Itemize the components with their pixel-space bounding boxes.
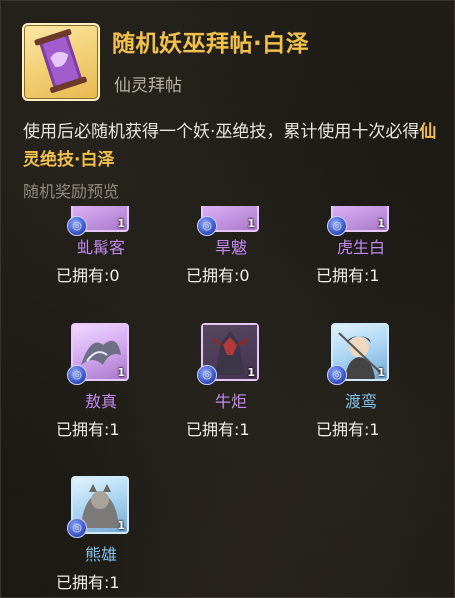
reward-owned: 已拥有:1 (186, 420, 250, 439)
reward-preview-label: 随机奖励预览 (23, 182, 120, 201)
reward-name: 渡鸾 (344, 392, 377, 411)
reward-owned: 已拥有:0 (56, 266, 120, 285)
reward-count: 1 (377, 217, 385, 230)
reward-portrait: ◎ 1 (67, 323, 129, 385)
item-subtitle: 仙灵拜帖 (114, 76, 182, 96)
reward-name: 旱魃 (214, 238, 247, 257)
skill-type-icon: ◎ (197, 216, 217, 236)
skill-type-icon: ◎ (327, 216, 347, 236)
item-description: 使用后必随机获得一个妖·巫绝技，累计使用十次必得仙灵绝技·白泽 (23, 118, 443, 174)
reward-owned: 已拥有:1 (316, 266, 380, 285)
reward-name: 虎生白 (336, 238, 385, 257)
reward-item[interactable]: ◎ 1 渡鸾 已拥有:1 (316, 323, 455, 473)
reward-name: 熊雄 (84, 545, 117, 564)
skill-type-icon: ◎ (197, 365, 217, 385)
reward-name: 虬髯客 (76, 238, 125, 257)
reward-portrait: ◎ 1 (197, 206, 259, 236)
reward-count: 1 (117, 366, 125, 379)
item-title: 随机妖巫拜帖·白泽 (112, 31, 310, 57)
reward-count: 1 (247, 366, 255, 379)
reward-owned: 已拥有:0 (186, 266, 250, 285)
reward-portrait: ◎ 1 (327, 323, 389, 385)
reward-portrait: ◎ 1 (197, 323, 259, 385)
skill-type-icon: ◎ (327, 365, 347, 385)
reward-portrait: ◎ 1 (67, 206, 129, 236)
reward-portrait: ◎ 1 (67, 476, 129, 538)
reward-owned: 已拥有:1 (316, 420, 380, 439)
reward-owned: 已拥有:1 (56, 420, 120, 439)
item-tooltip-panel: 随机妖巫拜帖·白泽 仙灵拜帖 使用后必随机获得一个妖·巫绝技，累计使用十次必得仙… (0, 0, 455, 598)
skill-type-icon: ◎ (67, 216, 87, 236)
skill-type-icon: ◎ (67, 518, 87, 538)
reward-item[interactable]: ◎ 1 熊雄 已拥有:1 (56, 476, 201, 598)
description-text: 使用后必随机获得一个妖·巫绝技，累计使用十次必得 (23, 122, 420, 142)
reward-name: 敖真 (84, 392, 117, 411)
reward-count: 1 (377, 366, 385, 379)
invitation-scroll-icon (22, 23, 100, 101)
reward-owned: 已拥有:1 (56, 573, 120, 592)
reward-count: 1 (117, 519, 125, 532)
reward-count: 1 (247, 217, 255, 230)
reward-preview-list[interactable]: ◎ 1 虬髯客 已拥有:0 ◎ 1 旱魃 已拥有:0 ◎ 1 虎生白 已拥有:1 (1, 206, 455, 598)
reward-count: 1 (117, 217, 125, 230)
skill-type-icon: ◎ (67, 365, 87, 385)
reward-portrait: ◎ 1 (327, 206, 389, 236)
reward-name: 牛炬 (214, 392, 247, 411)
